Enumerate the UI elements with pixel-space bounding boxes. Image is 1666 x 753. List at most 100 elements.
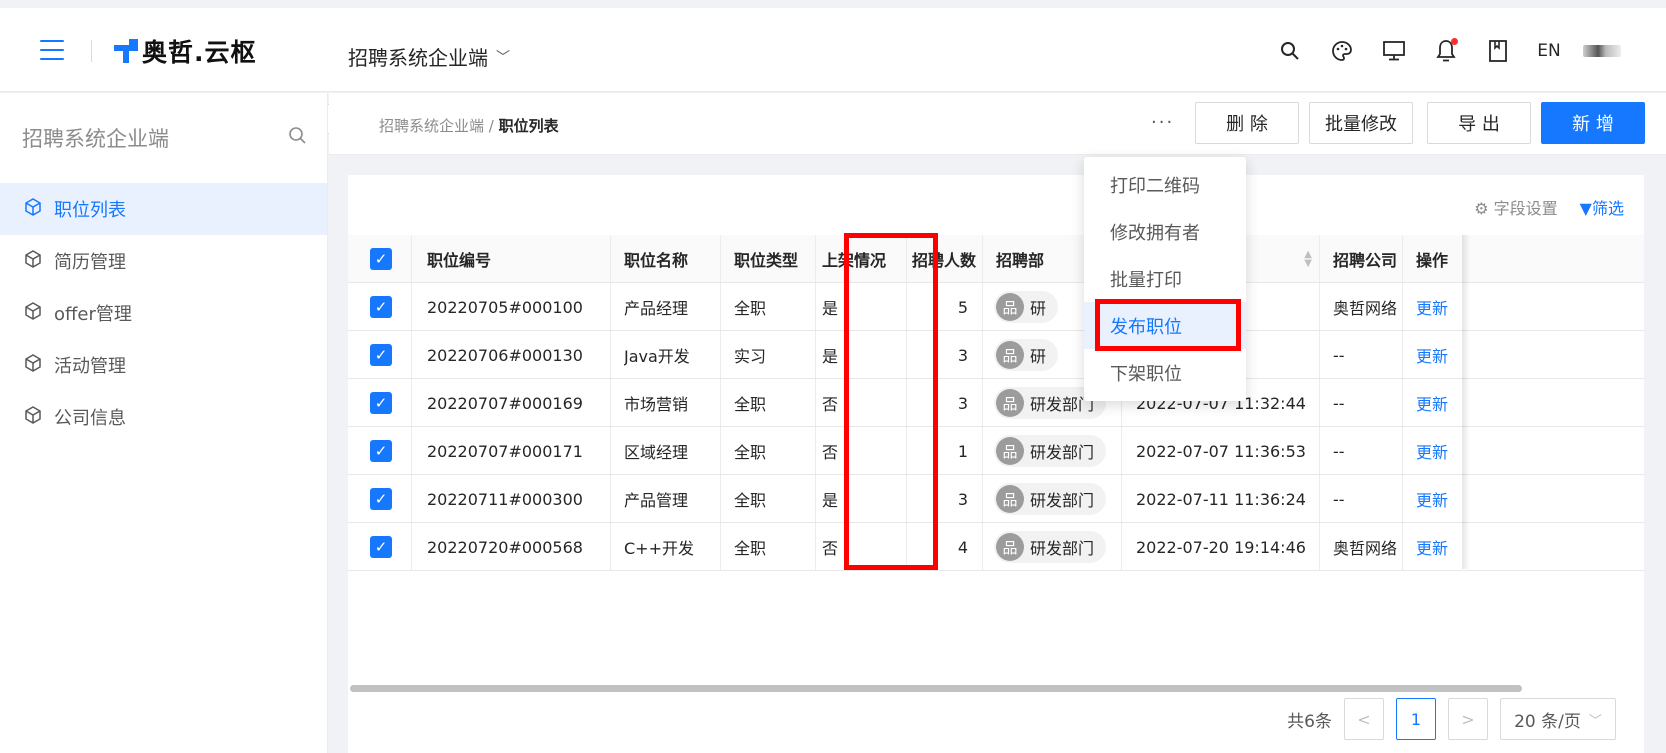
table-row[interactable]: ✓20220706#000130Java开发实习是3品研-06 11:41:29… <box>348 331 1644 379</box>
prev-page-button[interactable]: < <box>1344 698 1384 740</box>
sidebar-item-activities[interactable]: 活动管理 <box>0 339 327 391</box>
row-checkbox[interactable]: ✓ <box>370 283 394 331</box>
sidebar-item-offers[interactable]: offer管理 <box>0 287 327 339</box>
sidebar-app-title: 招聘系统企业端 <box>22 127 169 151</box>
cell-type: 全职 <box>734 491 767 510</box>
sidebar-item-label: 公司信息 <box>54 408 126 429</box>
app-switcher[interactable]: 招聘系统企业端 ﹀ <box>348 42 510 71</box>
cell-code: 20220707#000169 <box>427 393 583 413</box>
annotation-box-publish-item <box>1095 299 1241 351</box>
dept-label: 研发部门 <box>1030 491 1095 510</box>
row-checkbox[interactable]: ✓ <box>370 523 394 571</box>
sidebar-item-label: 职位列表 <box>54 200 126 221</box>
sidebar-item-job-list[interactable]: 职位列表 <box>0 183 327 235</box>
horizontal-scrollbar[interactable] <box>348 683 1644 693</box>
app-logo[interactable]: 奥哲.云枢 <box>114 34 257 68</box>
check-icon: ✓ <box>370 440 392 462</box>
dropdown-item-batch-print[interactable]: 批量打印 <box>1084 255 1246 302</box>
page-size-select[interactable]: 20 条/页 ﹀ <box>1500 698 1616 740</box>
org-icon: 品 <box>996 485 1024 513</box>
cell-name: C++开发 <box>624 539 694 558</box>
more-actions-button[interactable]: ··· <box>1151 112 1174 133</box>
dept-tag: 品研 <box>994 291 1059 323</box>
select-all-checkbox[interactable]: ✓ <box>370 235 394 283</box>
monitor-icon[interactable] <box>1368 36 1420 66</box>
page-1-button[interactable]: 1 <box>1396 698 1436 740</box>
batch-edit-button[interactable]: 批量修改 <box>1309 102 1413 144</box>
check-icon: ✓ <box>370 536 392 558</box>
sidebar-item-company[interactable]: 公司信息 <box>0 391 327 443</box>
row-checkbox[interactable]: ✓ <box>370 427 394 475</box>
language-switch[interactable]: EN <box>1524 41 1574 61</box>
cell-name: 区域经理 <box>624 443 689 462</box>
cell-code: 20220706#000130 <box>427 345 583 365</box>
table-row[interactable]: ✓ 20220711#000300 产品管理 全职是 3 品研发部门 2022-07-11 … <box>348 475 1644 523</box>
cell-company: -- <box>1333 489 1345 509</box>
cell-company: -- <box>1333 441 1345 461</box>
chevron-down-icon: ﹀ <box>1588 713 1602 729</box>
menu-toggle-icon[interactable] <box>40 40 64 60</box>
cell-type: 全职 <box>734 443 767 462</box>
cube-icon <box>24 353 46 377</box>
user-avatar[interactable] <box>1574 41 1630 61</box>
org-icon: 品 <box>996 293 1024 321</box>
col-header[interactable]: 职位类型 <box>734 235 824 283</box>
notification-dot <box>1451 38 1458 45</box>
table-row[interactable]: ✓ 20220720#000568 C++开发 全职否 4 品研发部门 2022-07-20… <box>348 523 1644 571</box>
cell-name: 产品管理 <box>624 491 689 510</box>
sidebar-item-resumes[interactable]: 简历管理 <box>0 235 327 287</box>
dropdown-item-unpublish-job[interactable]: 下架职位 <box>1084 349 1246 396</box>
header-divider <box>91 40 92 62</box>
dept-tag: 品研发部门 <box>994 435 1107 467</box>
row-checkbox[interactable]: ✓ <box>370 331 394 379</box>
dropdown-item-change-owner[interactable]: 修改拥有者 <box>1084 208 1246 255</box>
org-icon: 品 <box>996 533 1024 561</box>
cell-company: 奥哲网络 <box>1333 299 1398 318</box>
bell-icon[interactable] <box>1420 36 1472 66</box>
cell-type: 全职 <box>734 539 767 558</box>
book-icon[interactable] <box>1472 36 1524 66</box>
dept-tag: 品研发部门 <box>994 483 1107 515</box>
field-settings-link[interactable]: ⚙ 字段设置 <box>1474 195 1557 219</box>
field-settings-label: 字段设置 <box>1493 199 1558 218</box>
table-row[interactable]: ✓20220705#000100产品经理全职是5品研-05 11:21:37奥哲… <box>348 283 1644 331</box>
cell-type: 全职 <box>734 299 767 318</box>
palette-icon[interactable] <box>1316 36 1368 66</box>
cell-code: 20220707#000171 <box>427 441 583 461</box>
cell-company: -- <box>1333 393 1345 413</box>
table-row[interactable]: ✓ 20220707#000171 区域经理 全职否 1 品研发部门 2022-07-07 … <box>348 427 1644 475</box>
col-header[interactable]: 职位编号 <box>427 235 617 283</box>
dept-label: 研发部门 <box>1030 443 1095 462</box>
sidebar-menu: 职位列表 简历管理 offer管理 活动管理 公司信息 <box>0 183 327 443</box>
delete-button[interactable]: 删 除 <box>1195 102 1299 144</box>
fixed-column-shadow <box>1462 235 1470 569</box>
scrollbar-thumb[interactable] <box>350 685 1522 692</box>
search-icon[interactable] <box>1264 36 1316 66</box>
row-checkbox[interactable]: ✓ <box>370 379 394 427</box>
sidebar-item-label: 简历管理 <box>54 252 126 273</box>
content-card: ⚙ 字段设置 ▼筛选 ✓ 职位编号 职位名称 职位类型 上架情况 招聘人数 招聘… <box>348 175 1644 753</box>
sidebar-item-label: offer管理 <box>54 304 132 325</box>
next-page-button[interactable]: > <box>1448 698 1488 740</box>
sidebar-search[interactable]: 招聘系统企业端 <box>22 117 308 159</box>
table-row[interactable]: ✓ 20220707#000169 市场营销 全职否 3 品研发部门 2022-07-07 … <box>348 379 1644 427</box>
search-icon[interactable] <box>288 126 308 151</box>
top-header: 奥哲.云枢 招聘系统企业端 ﹀ EN <box>0 8 1666 92</box>
dept-label: 研 <box>1030 347 1047 366</box>
filter-link[interactable]: ▼筛选 <box>1580 195 1624 219</box>
breadcrumb-separator: / <box>488 117 494 135</box>
cell-type: 全职 <box>734 395 767 414</box>
sort-icon[interactable]: ▲ ▼ <box>1304 250 1312 269</box>
dept-cell: 品研发部门 <box>994 475 1118 523</box>
breadcrumb-root[interactable]: 招聘系统企业端 <box>379 117 484 135</box>
chevron-down-icon: ﹀ <box>496 49 510 66</box>
col-header[interactable]: 职位名称 <box>624 235 724 283</box>
sidebar: 招聘系统企业端 职位列表 简历管理 offer管理 活动管理 公司信息 <box>0 93 328 753</box>
export-button[interactable]: 导 出 <box>1427 102 1531 144</box>
table-header: ✓ 职位编号 职位名称 职位类型 上架情况 招聘人数 招聘部 间 ▲▼ 招聘公司… <box>348 235 1644 283</box>
cell-time: 2022-07-11 11:36:24 <box>1136 489 1306 509</box>
cell-name: 市场营销 <box>624 395 689 414</box>
add-button[interactable]: 新 增 <box>1541 102 1645 144</box>
row-checkbox[interactable]: ✓ <box>370 475 394 523</box>
dropdown-item-print-qrcode[interactable]: 打印二维码 <box>1084 161 1246 208</box>
